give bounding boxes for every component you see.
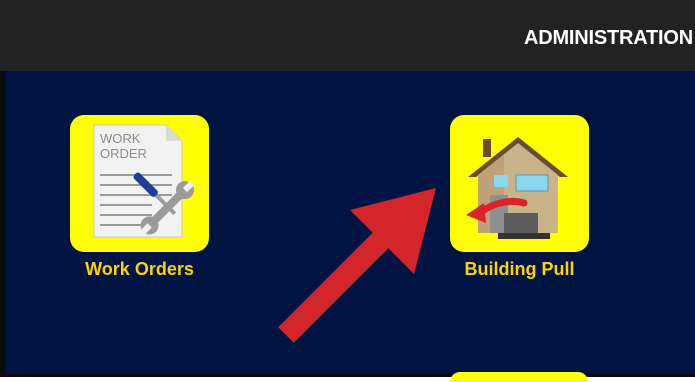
work-order-icon-text-2: ORDER xyxy=(100,146,147,161)
app-frame: ADMINISTRATION WORK ORDER Work Orders Bu… xyxy=(0,0,695,382)
building-pull-icon xyxy=(466,137,568,239)
work-orders-label: Work Orders xyxy=(85,259,194,279)
building-pull-tile[interactable] xyxy=(450,115,589,252)
next-tile-edge xyxy=(450,372,588,382)
page-title: ADMINISTRATION xyxy=(523,27,693,49)
work-order-icon: WORK ORDER xyxy=(93,124,195,238)
work-order-icon-text-1: WORK xyxy=(100,131,141,146)
work-orders-tile[interactable]: WORK ORDER xyxy=(70,115,209,252)
top-bar: ADMINISTRATION xyxy=(0,0,695,71)
building-pull-label: Building Pull xyxy=(464,259,575,279)
